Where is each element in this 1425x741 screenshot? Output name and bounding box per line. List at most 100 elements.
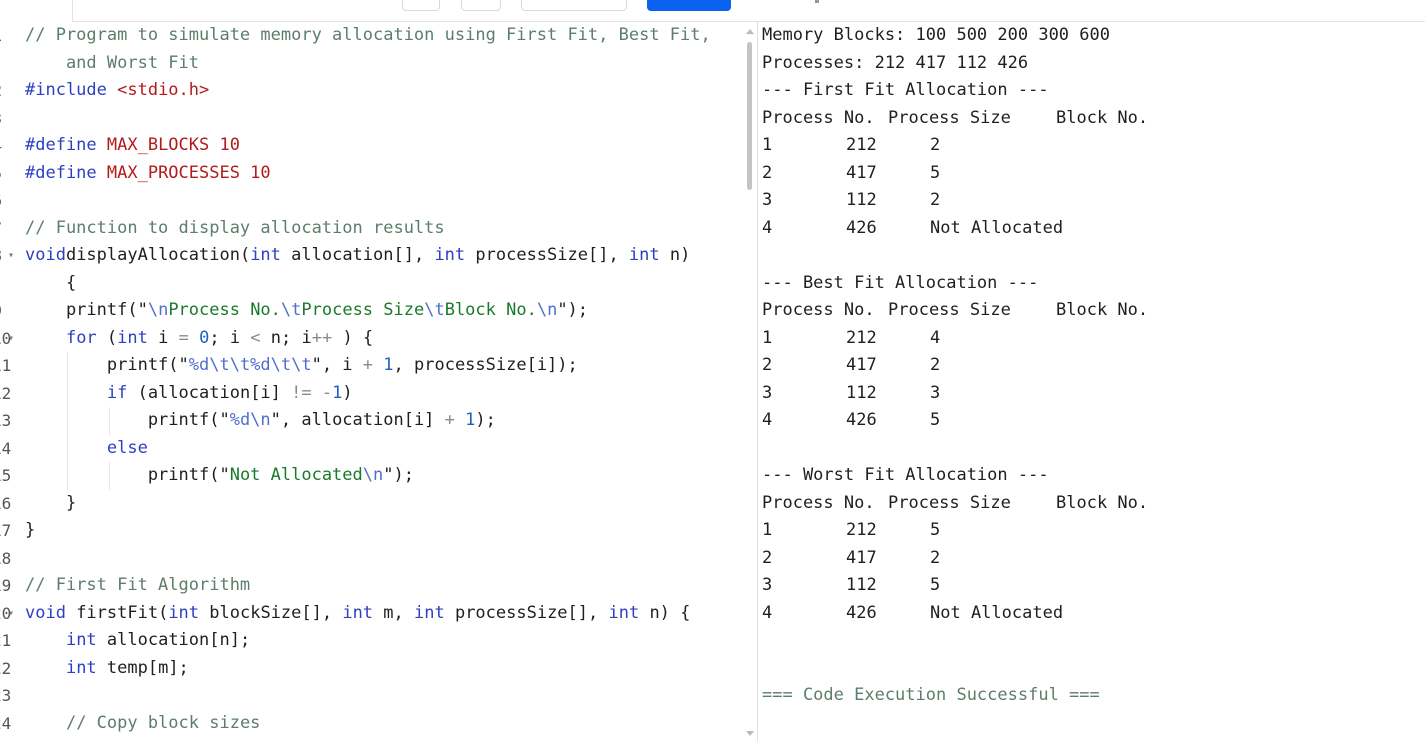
table-cell: 3 xyxy=(762,575,773,595)
code-token: i xyxy=(147,327,179,348)
code-line[interactable]: 9 printf("\nProcess No.\tProcess Size\tB… xyxy=(0,297,740,325)
code-token: int xyxy=(628,245,660,265)
code-line[interactable]: 21 int allocation[n]; xyxy=(0,627,740,655)
table-cell: 212 xyxy=(846,135,877,155)
code-line[interactable]: 7 // Function to display allocation resul… xyxy=(0,215,740,243)
column-header: Process No. xyxy=(762,492,875,513)
code-token: 1 xyxy=(332,382,343,403)
table-row: 3 112 5 xyxy=(762,572,1422,600)
table-row: 4 426 Not Allocated xyxy=(762,600,1422,628)
code-line[interactable]: 23 xyxy=(0,682,740,710)
line-number: 17 xyxy=(0,521,12,540)
line-number: 20 xyxy=(0,603,12,623)
table-row: 4 426 5 xyxy=(762,407,1422,435)
code-line[interactable]: 15 printf("Not Allocated\n"); xyxy=(0,462,740,490)
code-token: \t xyxy=(424,300,445,320)
line-number: 11 xyxy=(0,356,12,375)
code-token: temp[m]; xyxy=(96,657,189,678)
column-header: Process Size xyxy=(888,492,1011,513)
code-token: \n xyxy=(147,300,169,320)
code-line[interactable]: and Worst Fit xyxy=(25,50,740,78)
line-number: 4 xyxy=(0,132,2,160)
code-area[interactable]: 1 // Program to simulate memory allocatio… xyxy=(0,22,740,738)
code-token: ", allocation[i] xyxy=(270,410,445,430)
code-token: int xyxy=(65,657,97,678)
line-number: 24 xyxy=(0,713,12,733)
pane-divider[interactable] xyxy=(757,22,758,741)
table-cell: 3 xyxy=(762,382,773,403)
table-cell: 5 xyxy=(930,162,941,183)
code-line[interactable]: 10▾ for (int i = 0; i < n; i++ ) { xyxy=(0,325,740,353)
column-header: Block No. xyxy=(1056,300,1149,320)
code-editor[interactable]: 1 // Program to simulate memory allocatio… xyxy=(0,22,758,741)
code-token: int xyxy=(414,602,445,623)
code-line[interactable]: 13 printf("%d\n", allocation[i] + 1); xyxy=(0,407,740,435)
code-token: - xyxy=(321,382,333,403)
line-number: 22 xyxy=(0,658,12,678)
code-token: ++ xyxy=(311,327,333,348)
table-cell: 2 xyxy=(930,190,941,210)
table-cell: 112 xyxy=(846,190,877,210)
code-line[interactable]: 3 xyxy=(0,105,740,133)
table-cell: 2 xyxy=(762,355,773,375)
run-button[interactable] xyxy=(647,0,731,11)
code-line[interactable]: 8▾voiddisplayAllocation(int allocation[]… xyxy=(0,242,740,270)
code-token: void xyxy=(25,602,66,623)
scroll-thumb[interactable] xyxy=(747,42,752,190)
table-cell: 426 xyxy=(846,602,877,623)
code-line[interactable]: 19 // First Fit Algorithm xyxy=(0,572,740,600)
scroll-down-arrow-icon[interactable] xyxy=(746,731,754,736)
code-token: ) xyxy=(342,382,353,403)
code-token: processSize[], xyxy=(444,602,609,623)
code-token: printf(" xyxy=(25,300,148,320)
code-token: displayAllocation( xyxy=(65,245,251,265)
code-token: blockSize[], xyxy=(199,602,343,623)
code-line[interactable]: 20▾void firstFit(int blockSize[], int m,… xyxy=(0,600,740,628)
table-cell: 417 xyxy=(846,547,877,568)
column-header: Process Size xyxy=(888,107,1011,128)
code-line[interactable]: 24 // Copy block sizes xyxy=(0,710,740,738)
toolbar-button-3[interactable] xyxy=(521,0,627,11)
scroll-up-arrow-icon[interactable] xyxy=(746,29,754,34)
code-token: // Copy block sizes xyxy=(65,712,261,733)
code-line[interactable]: 14 else xyxy=(0,434,740,462)
code-line[interactable]: { xyxy=(25,270,740,298)
line-number: 18 xyxy=(0,548,12,568)
code-line[interactable]: 5 #define MAX_PROCESSES 10 xyxy=(0,160,740,188)
code-line[interactable]: 2 #include <stdio.h> xyxy=(0,77,740,105)
code-token: n) xyxy=(659,245,691,265)
toolbar-button-1[interactable] xyxy=(402,0,440,11)
code-line[interactable]: 22 int temp[m]; xyxy=(0,655,740,683)
code-line[interactable]: 1 // Program to simulate memory allocatio… xyxy=(0,22,740,50)
success-message: === Code Execution Successful === xyxy=(762,685,1100,705)
line-number: 13 xyxy=(0,411,12,430)
table-cell: 2 xyxy=(762,162,773,183)
toolbar-button-2[interactable] xyxy=(461,0,501,11)
code-line[interactable]: 4 #define MAX_BLOCKS 10 xyxy=(0,132,740,160)
column-header: Process Size xyxy=(888,300,1011,320)
code-token: n) { xyxy=(639,602,691,623)
fold-arrow-icon[interactable]: ▾ xyxy=(8,325,14,353)
table-cell: 5 xyxy=(930,575,941,595)
fold-arrow-icon[interactable]: ▾ xyxy=(8,600,14,628)
code-line[interactable]: 11 printf("%d\t\t%d\t\t", i + 1, process… xyxy=(0,352,740,380)
line-number: 19 xyxy=(0,576,12,595)
code-line[interactable]: 6 xyxy=(0,187,740,215)
code-line[interactable]: 12 if (allocation[i] != -1) xyxy=(0,379,740,407)
code-line[interactable]: 16 } xyxy=(0,490,740,518)
code-token: != xyxy=(291,382,312,403)
table-cell: 1 xyxy=(762,520,773,540)
code-token: 1 xyxy=(383,355,394,375)
table-cell: 3 xyxy=(930,382,941,403)
fold-arrow-icon[interactable]: ▾ xyxy=(8,242,14,270)
code-token: printf(" xyxy=(25,410,230,430)
code-line[interactable]: 17} xyxy=(0,517,740,545)
code-line[interactable]: 18 xyxy=(0,545,740,573)
table-cell: 212 xyxy=(846,520,877,540)
editor-scrollbar[interactable] xyxy=(745,22,755,741)
